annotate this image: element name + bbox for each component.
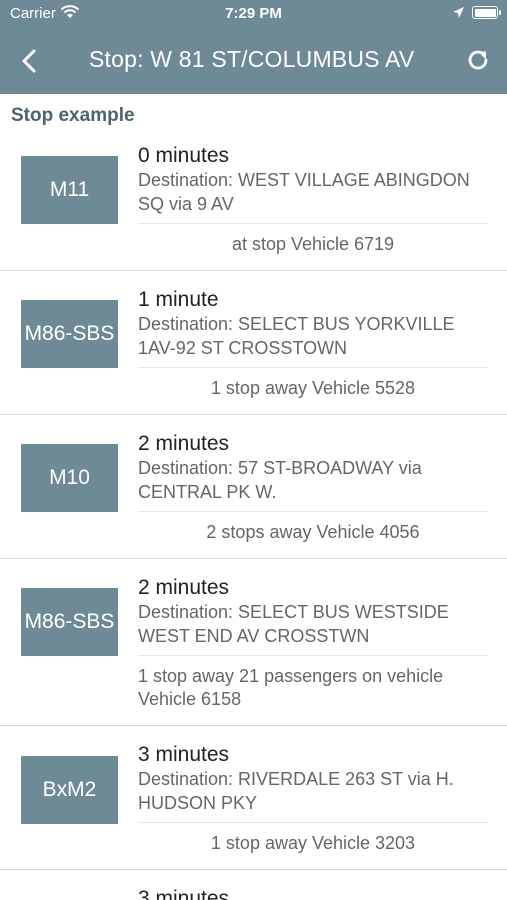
arrival-info: 2 stops away Vehicle 4056 bbox=[206, 522, 420, 542]
arrival-row[interactable]: M10 2 minutes Destination: 57 ST-BROADWA… bbox=[0, 415, 507, 559]
arrival-minutes: 3 minutes bbox=[138, 743, 230, 766]
row-divider bbox=[138, 511, 488, 512]
route-badge: M10 bbox=[21, 444, 118, 512]
arrival-row[interactable]: BxM2 3 minutes Destination: RIVERDALE 26… bbox=[0, 726, 507, 870]
row-divider bbox=[138, 223, 488, 224]
route-badge: BxM2 bbox=[21, 756, 118, 824]
route-badge: M11 bbox=[21, 156, 118, 224]
arrival-info: 1 stop away 21 passengers on vehicle Veh… bbox=[138, 666, 444, 709]
status-time: 7:29 PM bbox=[225, 5, 282, 22]
arrival-minutes: 0 minutes bbox=[138, 144, 230, 167]
arrival-info: at stop Vehicle 6719 bbox=[231, 234, 395, 254]
arrival-minutes: 1 minute bbox=[138, 288, 219, 311]
arrival-destination: Destination: SELECT BUS WESTSIDE WEST EN… bbox=[138, 602, 449, 646]
arrival-destination: Destination: 57 ST-BROADWAY via CENTRAL … bbox=[138, 458, 422, 502]
app-header: Carrier 7:29 PM Stop: W 81 ST/COLUMBUS A… bbox=[0, 0, 507, 94]
row-divider bbox=[138, 655, 488, 656]
refresh-icon[interactable] bbox=[464, 46, 492, 74]
arrival-row[interactable]: M86-SBS 1 minute Destination: SELECT BUS… bbox=[0, 271, 507, 415]
arrival-row[interactable]: M11 0 minutes Destination: WEST VILLAGE … bbox=[0, 128, 507, 271]
arrival-info: 1 stop away Vehicle 3203 bbox=[210, 833, 416, 853]
arrival-info: 1 stop away Vehicle 5528 bbox=[210, 378, 416, 398]
arrival-row[interactable]: M86-SBS 2 minutes Destination: SELECT BU… bbox=[0, 559, 507, 726]
route-badge: M86-SBS bbox=[21, 300, 118, 368]
nav-bar: Stop: W 81 ST/COLUMBUS AV bbox=[0, 28, 507, 94]
route-badge: M86-SBS bbox=[21, 588, 118, 656]
battery-icon bbox=[472, 6, 501, 19]
arrival-row[interactable]: 3 minutes bbox=[0, 870, 507, 900]
location-arrow-icon bbox=[453, 7, 464, 18]
row-divider bbox=[138, 367, 488, 368]
row-divider bbox=[138, 822, 488, 823]
section-title: Stop example bbox=[11, 105, 135, 126]
arrival-minutes: 3 minutes bbox=[138, 887, 230, 900]
page-title: Stop: W 81 ST/COLUMBUS AV bbox=[89, 46, 415, 72]
status-bar: Carrier 7:29 PM bbox=[0, 0, 507, 28]
arrival-destination: Destination: RIVERDALE 263 ST via H. HUD… bbox=[138, 769, 454, 813]
arrival-destination: Destination: WEST VILLAGE ABINGDON SQ vi… bbox=[138, 170, 470, 214]
back-chevron-icon[interactable] bbox=[14, 46, 44, 76]
arrival-destination: Destination: SELECT BUS YORKVILLE 1AV-92… bbox=[138, 314, 455, 358]
arrival-minutes: 2 minutes bbox=[138, 432, 230, 455]
arrival-minutes: 2 minutes bbox=[138, 576, 230, 599]
